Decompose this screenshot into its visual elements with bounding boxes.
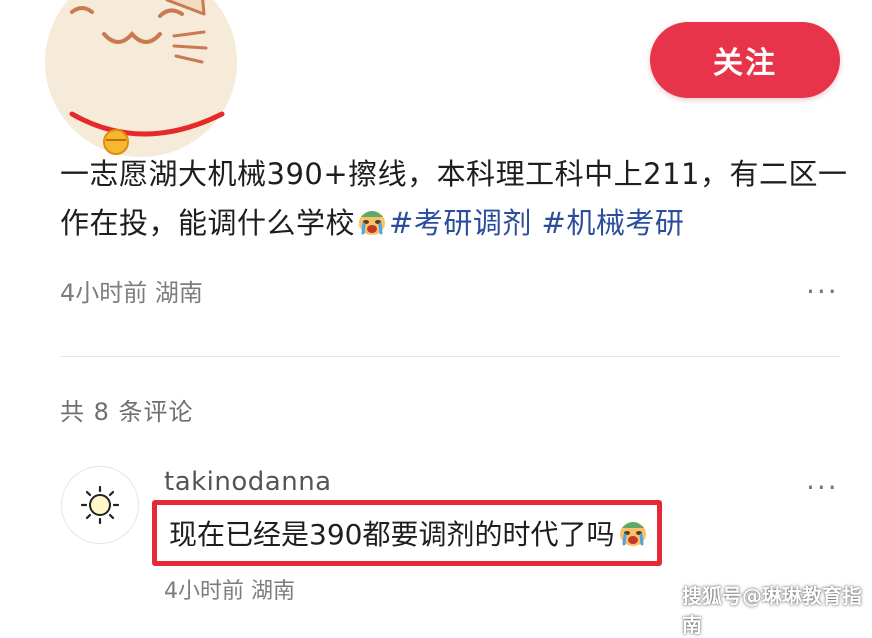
post-time: 4小时前 [60, 279, 148, 307]
comment-text-highlight: 现在已经是390都要调剂的时代了吗 [152, 500, 662, 566]
comment-text: 现在已经是390都要调剂的时代了吗 [169, 518, 615, 551]
post-more-icon[interactable]: ··· [806, 278, 839, 306]
comment-time: 4小时前 [164, 579, 244, 604]
sun-avatar-icon [80, 485, 120, 525]
divider [60, 356, 840, 357]
comment-more-icon[interactable]: ··· [806, 474, 839, 502]
hashtag-link[interactable]: #机械考研 [542, 206, 685, 240]
comment-location: 湖南 [251, 579, 296, 604]
post-location: 湖南 [154, 279, 203, 307]
poster-avatar-cat-icon[interactable] [42, 0, 240, 160]
follow-button[interactable]: 关注 [650, 22, 840, 98]
crying-emoji-icon [620, 522, 647, 546]
hashtag-link[interactable]: #考研调剂 [389, 206, 532, 240]
comment-count: 共 8 条评论 [60, 398, 194, 426]
commenter-avatar[interactable] [61, 466, 139, 544]
post-content: 一志愿湖大机械390+擦线，本科理工科中上211，有二区一作在投，能调什么学校 … [60, 150, 850, 248]
post-meta: 4小时前 湖南 [60, 273, 203, 308]
comment-meta: 4小时前 湖南 [164, 573, 295, 605]
crying-emoji-icon [359, 211, 386, 235]
comment-username[interactable]: takinodanna [164, 467, 332, 497]
watermark: 搜狐号@琳琳教育指南 [682, 584, 862, 637]
